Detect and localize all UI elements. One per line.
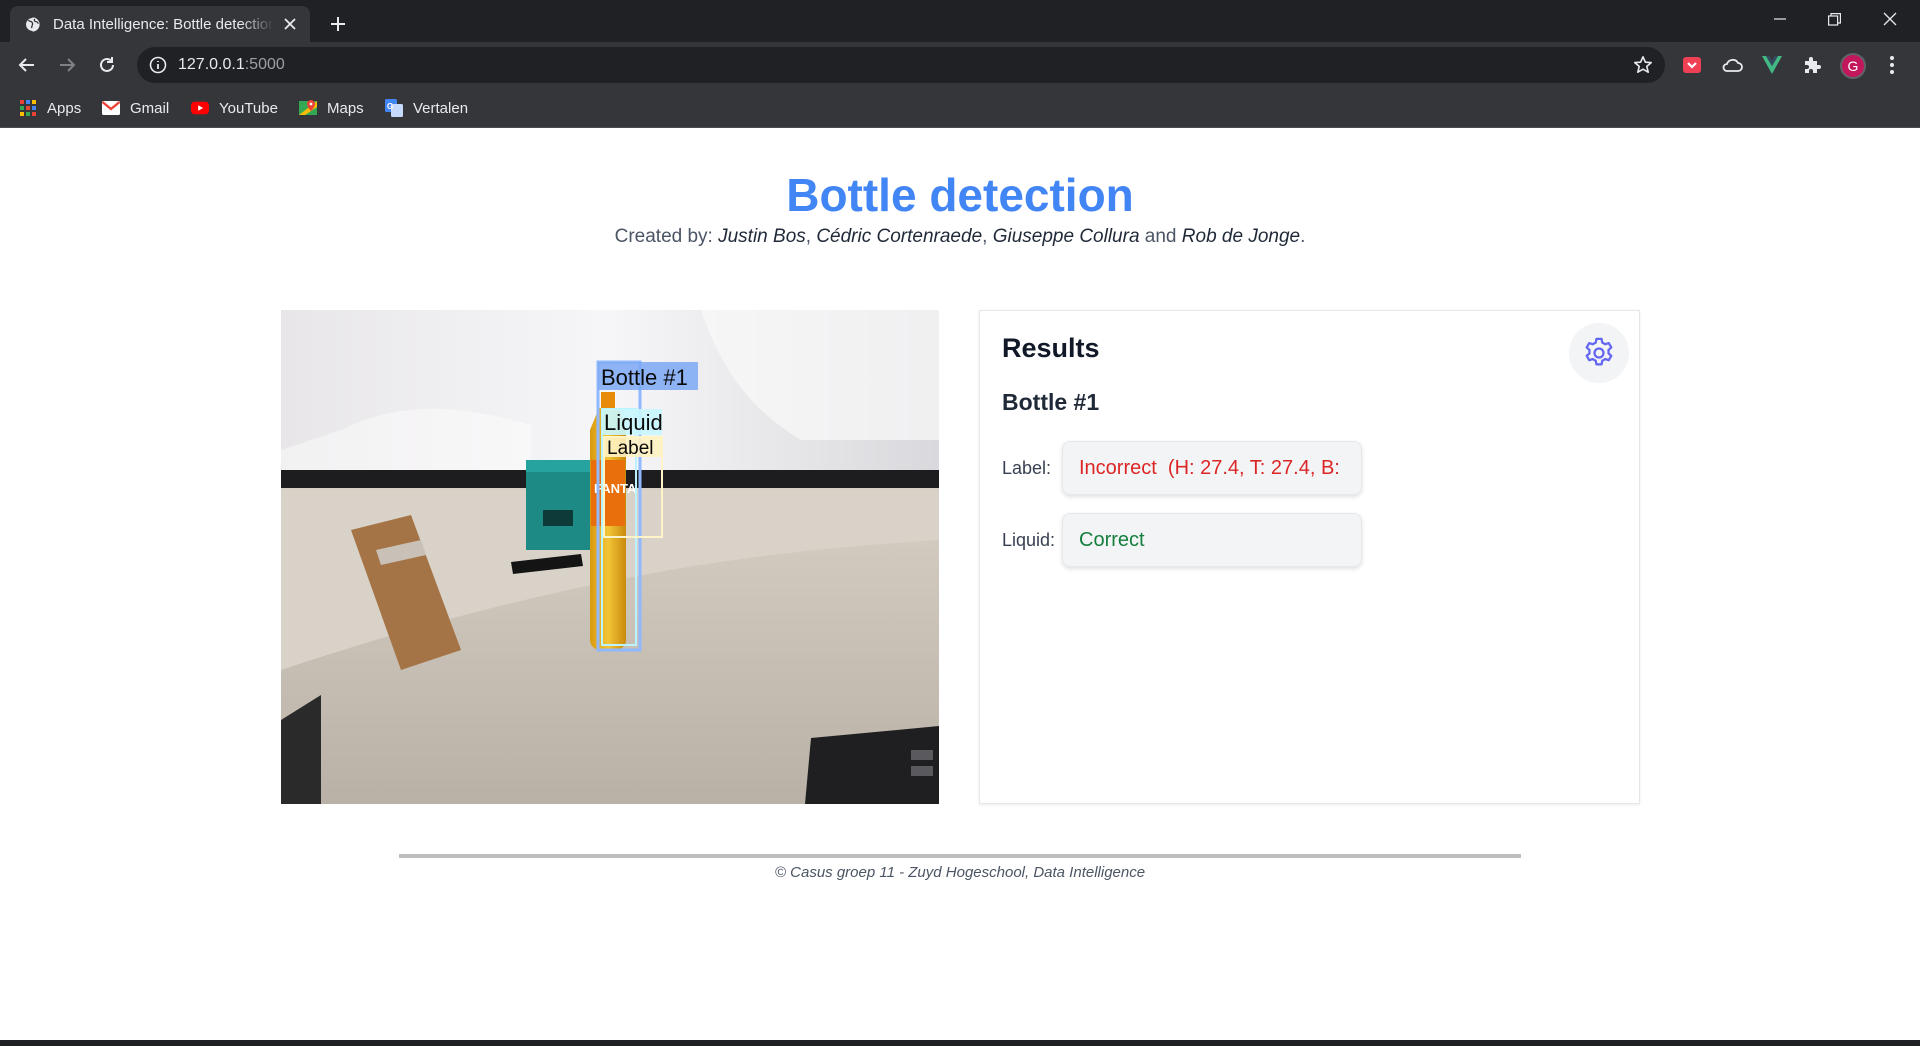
youtube-icon [191,101,209,115]
page-title: Bottle detection [786,169,1134,221]
tab-close-icon[interactable] [280,14,300,34]
bottle-brand-text: FANTA [594,481,637,496]
results-heading: Results [1002,333,1100,363]
footer-text: © Casus groep 11 - Zuyd Hogeschool, Data… [774,864,1146,881]
bookmark-label: Apps [47,99,82,117]
translate-icon: G [385,99,403,117]
info-icon[interactable] [149,56,167,74]
pocket-extension-icon[interactable] [1680,53,1704,77]
cloud-extension-icon[interactable] [1720,53,1744,77]
bookmark-vertalen[interactable]: G Vertalen [385,96,468,120]
restore-icon[interactable] [1806,0,1862,38]
new-tab-icon[interactable] [324,10,352,38]
liquid-result-row: Liquid: [1002,513,1362,567]
reload-icon[interactable] [92,50,122,80]
page-content: Bottle detection Created by: Justin Bos,… [0,128,1920,1040]
label-result-row: Label: [1002,441,1362,495]
results-panel: Results Bottle #1 Label: Liquid: [979,310,1640,804]
extensions-puzzle-icon[interactable] [1800,53,1824,77]
bookmark-label: YouTube [219,99,278,117]
page-credits: Created by: Justin Bos, Cédric Cortenrae… [614,226,1306,247]
browser-toolbar: 127.0.0.1:5000 G [0,42,1920,88]
detection-image: FANTA Bottle #1 Liquid Label [281,310,939,804]
svg-text:G: G [387,102,393,111]
liquid-result-field[interactable] [1062,513,1362,567]
label-result-field[interactable] [1062,441,1362,495]
result-bottle-name: Bottle #1 [1002,389,1100,415]
camera-feed: FANTA Bottle #1 Liquid Label [281,310,939,804]
label-field-label: Label: [1002,457,1052,478]
vue-devtools-icon[interactable] [1760,53,1784,77]
menu-kebab-icon[interactable] [1880,53,1904,77]
taskbar-edge [0,1040,1920,1046]
author-name: Rob de Jonge [1181,226,1301,247]
liquid-label-text: Liquid [604,410,663,435]
settings-button[interactable] [1569,323,1629,383]
address-bar[interactable]: 127.0.0.1:5000 [137,47,1665,83]
bookmarks-bar: Apps Gmail YouTube Maps G Vertalen [0,88,1920,128]
gmail-icon [102,101,120,115]
author-name: Giuseppe Collura [992,226,1140,247]
browser-tab-active[interactable]: Data Intelligence: Bottle detection [10,6,310,42]
back-arrow-icon[interactable] [12,50,42,80]
url-text[interactable]: 127.0.0.1:5000 [178,56,285,74]
bookmark-label: Gmail [130,99,170,117]
maps-icon [299,100,317,115]
bookmark-star-icon[interactable] [1633,55,1653,75]
author-name: Cédric Cortenraede [816,226,983,247]
bookmark-label: Vertalen [413,99,469,117]
footer-divider [399,854,1521,858]
liquid-field-label: Liquid: [1002,529,1056,550]
bookmark-apps[interactable]: Apps [19,96,81,120]
globe-icon [24,16,40,32]
browser-tabstrip: Data Intelligence: Bottle detection [0,0,1920,42]
bookmark-youtube[interactable]: YouTube [191,96,278,120]
gear-icon [1585,337,1613,366]
apps-grid-icon [20,100,36,116]
forward-arrow-icon[interactable] [52,50,82,80]
bookmark-label: Maps [327,99,364,117]
label-label-text: Label [607,438,654,459]
bookmark-gmail[interactable]: Gmail [102,96,169,120]
profile-avatar[interactable]: G [1840,53,1866,79]
bookmark-maps[interactable]: Maps [299,96,364,120]
minimize-icon[interactable] [1752,0,1808,38]
tab-title: Data Intelligence: Bottle detection [53,15,274,33]
bottle-label-text: Bottle #1 [601,365,688,390]
author-name: Justin Bos [718,226,806,247]
close-window-icon[interactable] [1862,0,1918,38]
